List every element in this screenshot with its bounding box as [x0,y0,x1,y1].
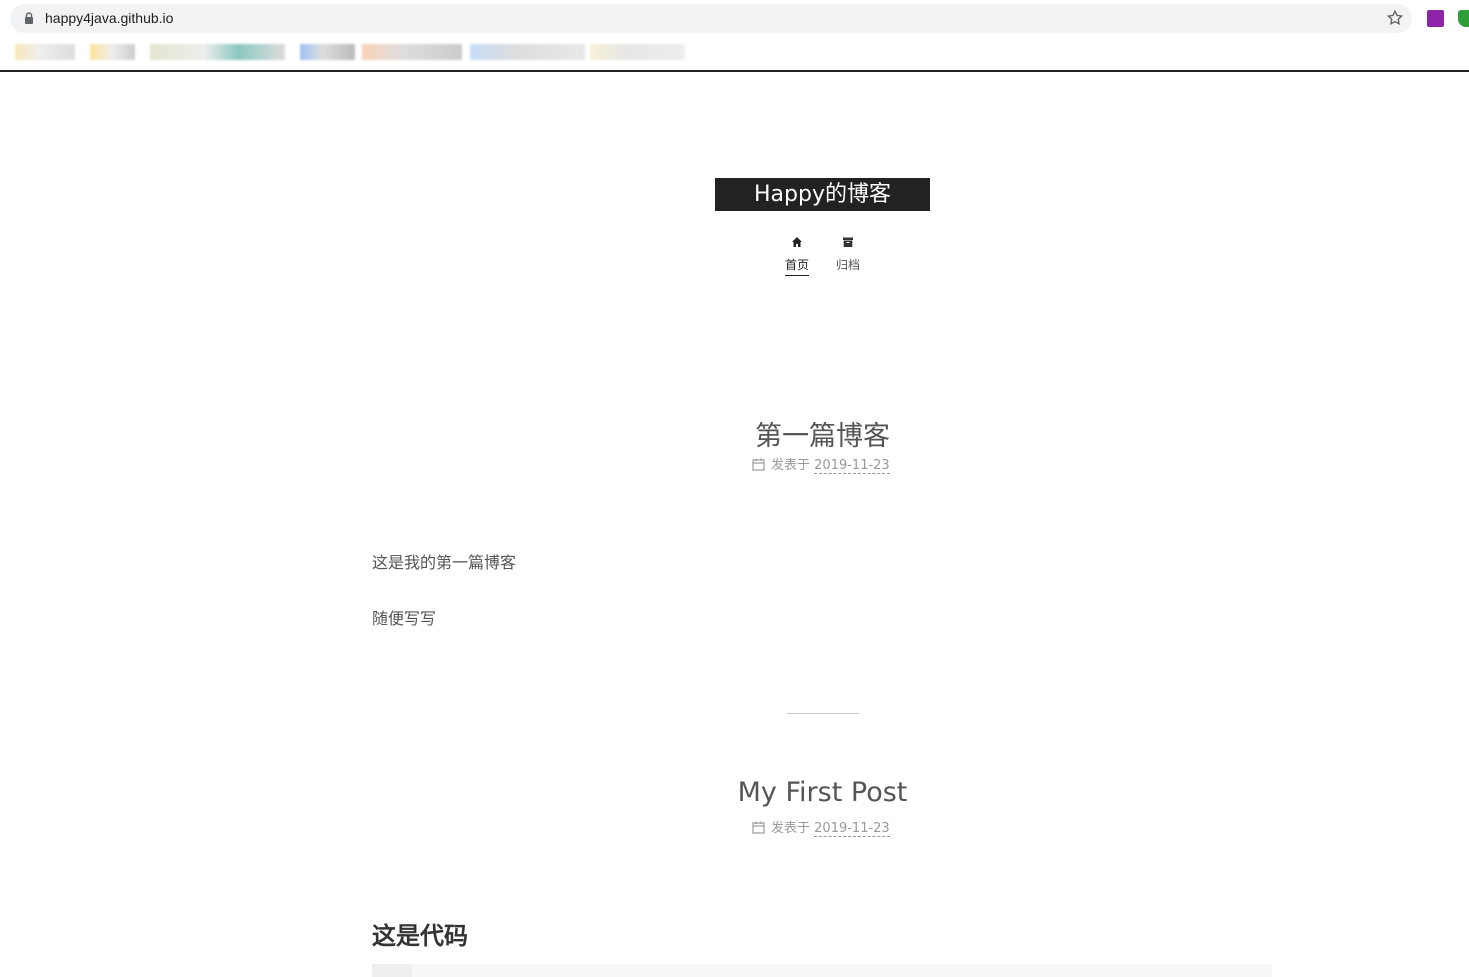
code-block [372,964,1272,977]
bookmark-item[interactable] [470,44,585,60]
address-bar[interactable]: happy4java.github.io [10,4,1412,33]
calendar-icon [752,821,765,834]
post-heading: 这是代码 [372,922,468,950]
post-divider [787,713,859,714]
bookmark-item[interactable] [90,44,135,60]
blog-page: Happy的博客 首页 归档 第一篇博客 发表于 2019-11-23 这是我的… [0,74,1469,977]
post-date[interactable]: 2019-11-23 [814,458,890,474]
bookmark-item[interactable] [590,44,685,60]
post-meta-label: 发表于 [771,458,811,473]
bookmark-star-icon[interactable] [1386,9,1404,27]
post-meta-label: 发表于 [771,821,811,836]
site-brand[interactable]: Happy的博客 [715,178,930,211]
url-text[interactable]: happy4java.github.io [45,10,173,26]
lock-icon [25,12,33,24]
post-title[interactable]: 第一篇博客 [0,414,1469,453]
archive-icon [843,237,853,247]
post-paragraph: 这是我的第一篇博客 [372,553,517,572]
post-title[interactable]: My First Post [0,777,1469,808]
extension-shield-icon[interactable] [1458,10,1469,27]
nav-item-home[interactable]: 首页 [777,234,817,276]
home-icon [792,237,802,247]
extension-icon[interactable] [1427,10,1444,27]
site-nav: 首页 归档 [770,234,880,286]
post-meta: 发表于 2019-11-23 [752,820,890,840]
browser-chrome: happy4java.github.io [0,0,1469,72]
nav-label-home: 首页 [784,258,809,276]
bookmark-item[interactable] [15,44,75,60]
bookmark-item[interactable] [300,44,355,60]
post-date[interactable]: 2019-11-23 [814,821,890,837]
calendar-icon [752,458,765,471]
nav-item-archive[interactable]: 归档 [828,234,868,273]
nav-label-archive: 归档 [835,258,860,272]
post-paragraph: 随便写写 [372,609,437,628]
bookmark-item[interactable] [150,44,285,60]
post-meta: 发表于 2019-11-23 [752,457,890,477]
bookmark-item[interactable] [362,44,462,60]
bookmarks-bar [0,40,690,64]
code-gutter [372,964,412,977]
